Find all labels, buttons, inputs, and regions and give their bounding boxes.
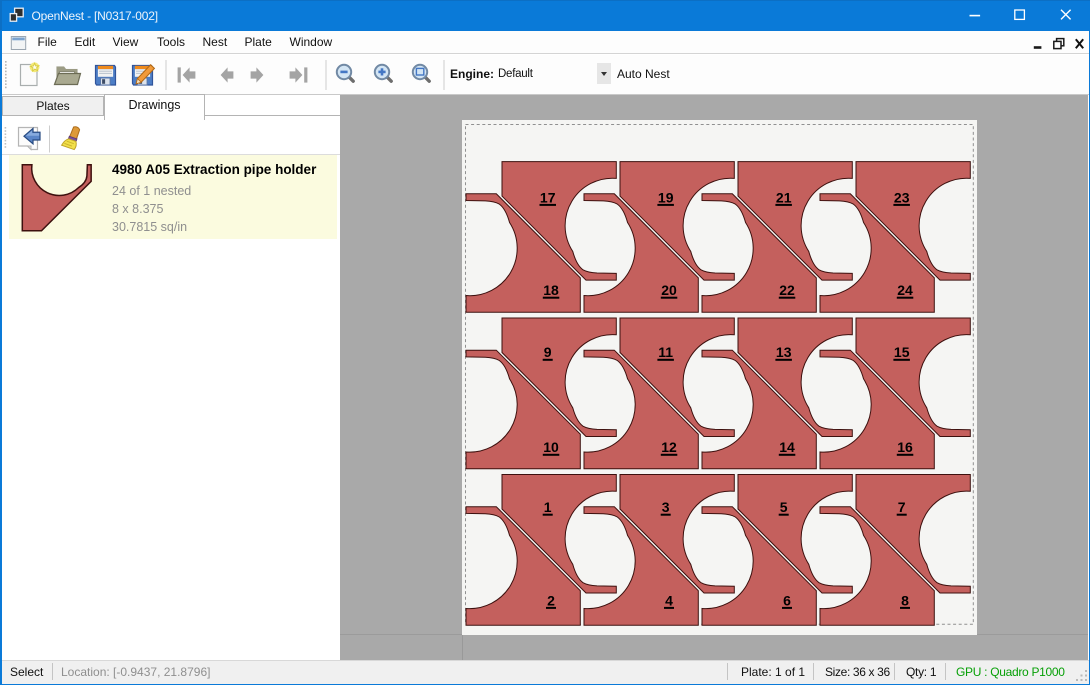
svg-text:1: 1: [544, 499, 552, 515]
svg-text:2: 2: [547, 592, 555, 608]
svg-text:20: 20: [661, 282, 677, 298]
svg-text:5: 5: [780, 499, 788, 515]
svg-text:6: 6: [783, 592, 791, 608]
svg-text:11: 11: [658, 344, 673, 360]
svg-text:18: 18: [543, 282, 559, 298]
svg-text:24: 24: [897, 282, 913, 298]
svg-text:14: 14: [779, 439, 795, 455]
svg-text:10: 10: [543, 439, 559, 455]
svg-text:9: 9: [544, 344, 552, 360]
svg-text:8: 8: [901, 592, 909, 608]
svg-text:16: 16: [897, 439, 913, 455]
svg-text:15: 15: [894, 344, 910, 360]
svg-text:17: 17: [540, 189, 556, 205]
svg-text:7: 7: [898, 499, 906, 515]
svg-text:3: 3: [662, 499, 670, 515]
svg-text:19: 19: [658, 189, 674, 205]
svg-text:23: 23: [894, 189, 910, 205]
svg-text:22: 22: [779, 282, 795, 298]
svg-text:13: 13: [776, 344, 792, 360]
svg-text:12: 12: [661, 439, 677, 455]
svg-text:4: 4: [665, 592, 673, 608]
svg-text:21: 21: [776, 189, 792, 205]
